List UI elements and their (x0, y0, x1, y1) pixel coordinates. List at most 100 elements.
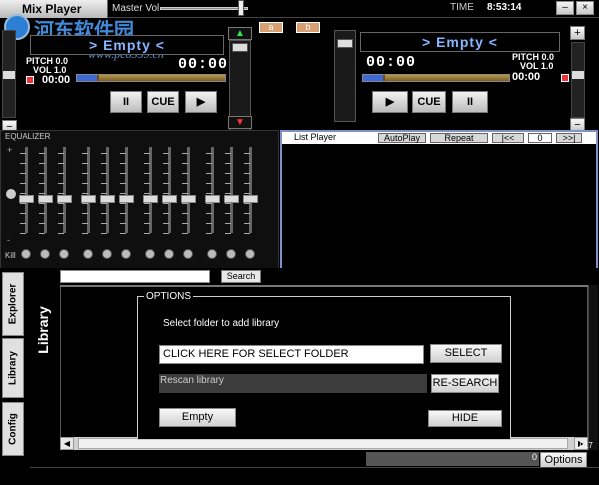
empty-library-button[interactable]: Empty (159, 408, 236, 427)
deck-b-pitch-knob[interactable] (337, 39, 353, 48)
eq-fader-knob[interactable] (100, 195, 115, 203)
eq-notch (101, 163, 107, 164)
hide-options-button[interactable]: HIDE (428, 410, 502, 427)
eq-notch (39, 203, 45, 204)
kill-switch-knob[interactable] (226, 249, 236, 259)
eq-notch (39, 173, 45, 174)
eq-notch (144, 203, 150, 204)
deck-b-plus-button[interactable]: + (570, 26, 585, 40)
deck-a-pause-button[interactable]: II (110, 91, 142, 113)
deck-b-volume-knob[interactable] (572, 71, 584, 79)
eq-notch (120, 193, 126, 194)
eq-notch (39, 163, 45, 164)
eq-fader-knob[interactable] (57, 195, 72, 203)
close-button[interactable]: × (576, 1, 594, 15)
autoplay-button[interactable]: AutoPlay (378, 133, 426, 143)
deck-b-progress-bar[interactable] (362, 74, 510, 82)
kill-switch-knob[interactable] (21, 249, 31, 259)
eq-notch (20, 183, 26, 184)
next-track-button[interactable]: >>| (556, 133, 582, 143)
eq-notch (101, 153, 107, 154)
kill-switch-knob[interactable] (40, 249, 50, 259)
eq-fader-track (125, 147, 128, 233)
options-button[interactable]: Options (540, 452, 587, 468)
deck-a-progress-bar[interactable] (76, 74, 226, 82)
kill-switch-knob[interactable] (245, 249, 255, 259)
eq-notch (182, 183, 188, 184)
library-panel-top-rule (60, 285, 588, 287)
bottom-strip (30, 467, 599, 485)
options-instruction: Select folder to add library (163, 318, 280, 329)
repeat-button[interactable]: Repeat (430, 133, 488, 143)
folder-select-field[interactable]: CLICK HERE FOR SELECT FOLDER (159, 345, 424, 364)
previous-track-button[interactable]: |<< (492, 133, 524, 143)
deck-a-pitch-down-icon[interactable]: ▼ (228, 116, 252, 129)
scroll-left-icon[interactable]: ◀ (60, 437, 74, 450)
kill-switch-knob[interactable] (164, 249, 174, 259)
deck-b-pitch-slider[interactable] (334, 30, 356, 122)
eq-notch (244, 163, 250, 164)
kill-switch-knob[interactable] (183, 249, 193, 259)
minimize-button[interactable]: – (556, 1, 574, 15)
deck-b-cue-button[interactable]: CUE (412, 91, 446, 113)
deck-a-volume-slider[interactable] (2, 30, 16, 118)
eq-notch (206, 193, 212, 194)
kill-switch-knob[interactable] (59, 249, 69, 259)
deck-a-pitch-up-icon[interactable]: ▲ (228, 27, 252, 40)
kill-switch-knob[interactable] (102, 249, 112, 259)
eq-fader-knob[interactable] (181, 195, 196, 203)
tab-config[interactable]: Config (2, 402, 24, 456)
deck-a-pitch-knob[interactable] (232, 43, 248, 52)
eq-fader-knob[interactable] (38, 195, 53, 203)
equalizer-plus-label: + (7, 145, 13, 155)
eq-notch (101, 213, 107, 214)
eq-notch (58, 173, 64, 174)
eq-notch (163, 203, 169, 204)
kill-switch-knob[interactable] (207, 249, 217, 259)
deck-b-play-button[interactable]: ▶ (372, 91, 408, 113)
tab-explorer[interactable]: Explorer (2, 272, 24, 336)
eq-notch (163, 153, 169, 154)
eq-notch (144, 163, 150, 164)
deck-b-title: > Empty < (360, 32, 560, 52)
options-title: OPTIONS (144, 291, 194, 302)
eq-fader-track (168, 147, 171, 233)
deck-a-badge[interactable]: a (259, 22, 283, 33)
select-folder-button[interactable]: SELECT (430, 344, 502, 363)
eq-notch (182, 193, 188, 194)
library-search-input[interactable] (60, 270, 210, 283)
eq-fader-knob[interactable] (19, 195, 34, 203)
deck-a-volume-knob[interactable] (3, 71, 15, 79)
library-section-title: Library (28, 300, 58, 360)
eq-notch (101, 203, 107, 204)
research-button[interactable]: RE-SEARCH (431, 374, 499, 393)
eq-fader-knob[interactable] (162, 195, 177, 203)
eq-fader-knob[interactable] (143, 195, 158, 203)
eq-fader-track (87, 147, 90, 233)
eq-fader-knob[interactable] (205, 195, 220, 203)
deck-a-title: > Empty < (30, 35, 224, 55)
eq-fader-knob[interactable] (224, 195, 239, 203)
kill-switch-knob[interactable] (83, 249, 93, 259)
equalizer-reset-knob[interactable] (6, 189, 16, 199)
library-search-button[interactable]: Search (221, 270, 261, 283)
eq-notch (206, 173, 212, 174)
eq-notch (163, 163, 169, 164)
deck-a-play-button[interactable]: ▶ (185, 91, 217, 113)
eq-fader-knob[interactable] (119, 195, 134, 203)
deck-a-cue-button[interactable]: CUE (147, 91, 179, 113)
master-volume-knob[interactable] (238, 0, 244, 16)
eq-notch (144, 193, 150, 194)
kill-switch-knob[interactable] (145, 249, 155, 259)
eq-fader-knob[interactable] (81, 195, 96, 203)
eq-notch (20, 223, 26, 224)
eq-notch (82, 223, 88, 224)
deck-b-pause-button[interactable]: II (452, 91, 488, 113)
eq-notch (163, 193, 169, 194)
deck-b-volume-slider[interactable] (571, 42, 585, 118)
tab-library[interactable]: Library (2, 338, 24, 398)
kill-switch-knob[interactable] (121, 249, 131, 259)
eq-notch (58, 223, 64, 224)
master-volume-slider[interactable] (160, 0, 248, 16)
eq-fader-knob[interactable] (243, 195, 258, 203)
